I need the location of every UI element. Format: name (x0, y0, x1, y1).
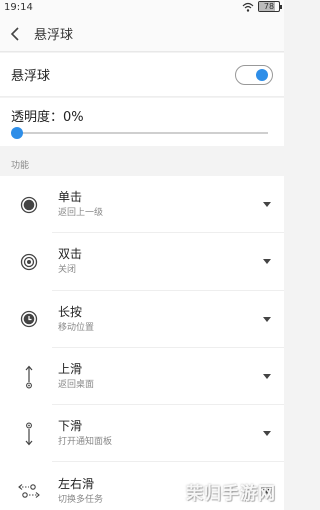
function-action: 返回上一级 (58, 208, 104, 219)
section-header: 功能 (0, 146, 284, 176)
status-bar: 19:14 78 (0, 0, 284, 16)
function-title: 下滑 (58, 419, 83, 434)
toggle-label: 悬浮球 (11, 69, 51, 84)
watermark: 茉归手游网 (186, 484, 276, 504)
caret-down-icon (263, 374, 271, 380)
caret-down-icon (263, 316, 271, 322)
battery-icon: 78 (258, 1, 282, 12)
chevron-left-icon (10, 26, 19, 41)
caret-down-icon (263, 202, 271, 208)
floating-ball-switch[interactable] (235, 64, 273, 85)
opacity-slider-track[interactable] (16, 132, 268, 134)
caret-down-icon (263, 259, 271, 265)
function-title: 长按 (58, 304, 83, 319)
wifi-icon (242, 2, 254, 12)
function-row-long-press[interactable]: 长按 移动位置 (0, 291, 284, 349)
swipe-down-icon (25, 422, 33, 446)
caret-down-icon (263, 431, 271, 437)
opacity-slider-thumb[interactable] (11, 127, 23, 139)
dropdown-button[interactable] (250, 348, 284, 405)
swipe-horizontal-icon (18, 484, 40, 499)
dropdown-button[interactable] (250, 405, 284, 462)
function-list: 单击 返回上一级 双击 关闭 长按 移动位置 上滑 返回桌面 下滑 打开通知面板… (0, 176, 284, 510)
function-action: 移动位置 (58, 322, 95, 333)
function-row-swipe-down[interactable]: 下滑 打开通知面板 (0, 405, 284, 463)
status-icons: 78 (242, 1, 282, 12)
function-row-swipe-up[interactable]: 上滑 返回桌面 (0, 348, 284, 406)
page-title: 悬浮球 (34, 28, 74, 43)
function-title: 上滑 (58, 362, 83, 377)
double-ring-icon (20, 253, 38, 271)
switch-knob (256, 68, 268, 81)
swipe-up-icon (25, 365, 33, 388)
top-bar: 悬浮球 (0, 16, 284, 52)
function-row-double-tap[interactable]: 双击 关闭 (0, 233, 284, 291)
function-action: 返回桌面 (58, 380, 95, 391)
opacity-label: 透明度：0% (11, 110, 84, 125)
dropdown-button[interactable] (250, 291, 284, 348)
function-title: 单击 (58, 190, 83, 205)
opacity-row: 透明度：0% (0, 98, 284, 146)
dropdown-button[interactable] (250, 233, 284, 290)
floating-ball-toggle-row[interactable]: 悬浮球 (0, 53, 284, 97)
function-title: 双击 (58, 247, 83, 262)
function-row-tap[interactable]: 单击 返回上一级 (0, 176, 284, 234)
dot-circle-icon (20, 196, 38, 213)
dropdown-button[interactable] (250, 176, 284, 233)
function-action: 关闭 (58, 265, 77, 276)
clock-icon (20, 311, 38, 328)
function-action: 打开通知面板 (58, 437, 113, 448)
battery-text: 78 (263, 2, 275, 11)
back-button[interactable] (0, 16, 30, 52)
status-time: 19:14 (4, 2, 33, 13)
